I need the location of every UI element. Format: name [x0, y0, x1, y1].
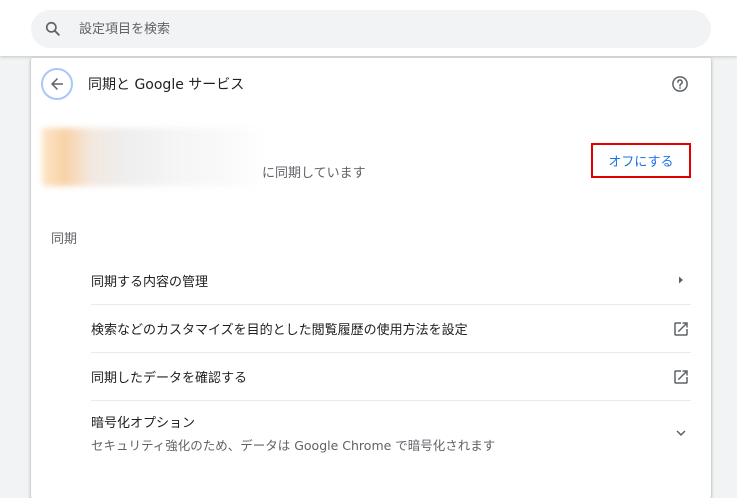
review-synced-data-row[interactable]: 同期したデータを確認する: [91, 352, 691, 400]
top-bar: [0, 0, 737, 56]
section-title-sync: 同期: [51, 232, 78, 247]
history-customization-row[interactable]: 検索などのカスタマイズを目的とした閲覧履歴の使用方法を設定: [91, 304, 691, 352]
turn-off-sync-button[interactable]: オフにする: [591, 143, 691, 178]
arrow-back-icon: [51, 78, 63, 90]
manage-sync-row[interactable]: 同期する内容の管理: [91, 256, 691, 304]
encryption-options-row[interactable]: 暗号化オプション セキュリティ強化のため、データは Google Chrome …: [91, 400, 691, 464]
page-title: 同期と Google サービス: [88, 77, 245, 93]
row-label: 検索などのカスタマイズを目的とした閲覧履歴の使用方法を設定: [91, 323, 468, 338]
help-icon[interactable]: [671, 75, 689, 93]
row-label: 暗号化オプション: [91, 415, 196, 431]
encryption-text: 暗号化オプション セキュリティ強化のため、データは Google Chrome …: [91, 412, 495, 454]
search-input[interactable]: [77, 20, 641, 38]
search-box[interactable]: [31, 10, 711, 48]
sync-settings-card: 同期と Google サービス に同期しています オフにする 同期 同期する内容…: [31, 58, 711, 498]
open-in-new-icon: [671, 319, 691, 339]
account-avatar-blurred: [42, 128, 264, 186]
sync-options-list: 同期する内容の管理 検索などのカスタマイズを目的とした閲覧履歴の使用方法を設定 …: [91, 256, 691, 464]
chevron-right-icon: [671, 270, 691, 290]
row-label: 同期する内容の管理: [91, 274, 209, 290]
back-button[interactable]: [41, 68, 73, 100]
open-in-new-icon: [671, 367, 691, 387]
row-label: 同期したデータを確認する: [91, 371, 248, 386]
row-sublabel: セキュリティ強化のため、データは Google Chrome で暗号化されます: [91, 437, 496, 453]
search-icon: [45, 21, 60, 36]
expand-more-icon: [671, 423, 691, 443]
sync-status-text: に同期しています: [262, 166, 366, 181]
